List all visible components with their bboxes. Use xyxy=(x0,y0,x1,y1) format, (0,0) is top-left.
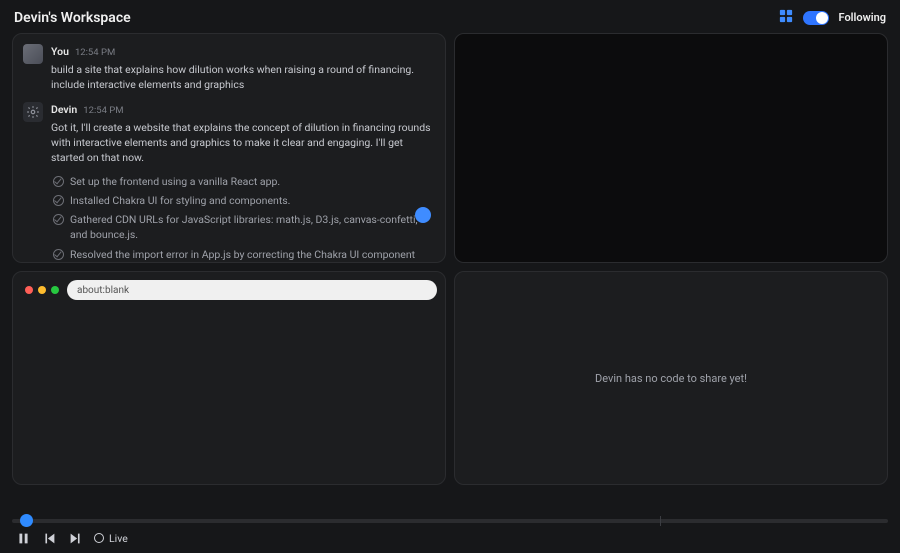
check-icon xyxy=(53,214,64,225)
message-text: Got it, I'll create a website that expla… xyxy=(51,120,433,166)
message-time: 12:54 PM xyxy=(75,46,115,60)
message-author: Devin xyxy=(51,102,77,117)
task-item: Gathered CDN URLs for JavaScript librari… xyxy=(53,212,433,242)
live-icon xyxy=(94,533,104,543)
maximize-window-icon[interactable] xyxy=(51,286,59,294)
url-input[interactable]: about:blank xyxy=(67,280,437,300)
avatar-user xyxy=(23,44,43,64)
task-item: Resolved the import error in App.js by c… xyxy=(53,247,433,264)
skip-back-button[interactable] xyxy=(42,531,56,545)
task-item: Installed Chakra UI for styling and comp… xyxy=(53,193,433,208)
header-actions: Following xyxy=(779,8,886,27)
header: Devin's Workspace Following xyxy=(0,0,900,33)
minimize-window-icon[interactable] xyxy=(38,286,46,294)
task-text: Resolved the import error in App.js by c… xyxy=(70,247,433,264)
task-text: Gathered CDN URLs for JavaScript librari… xyxy=(70,212,433,242)
browser-toolbar: about:blank xyxy=(21,280,437,300)
following-label: Following xyxy=(839,11,886,24)
message-time: 12:54 PM xyxy=(83,104,123,118)
workspace-grid: You 12:54 PM build a site that explains … xyxy=(0,33,900,485)
code-panel: Devin has no code to share yet! xyxy=(454,271,888,485)
window-controls xyxy=(21,286,59,294)
check-icon xyxy=(53,195,64,206)
task-list: Set up the frontend using a vanilla Reac… xyxy=(51,174,433,263)
close-window-icon[interactable] xyxy=(25,286,33,294)
timeline-marker xyxy=(660,516,661,526)
message-author: You xyxy=(51,44,69,59)
message-text: build a site that explains how dilution … xyxy=(51,62,433,92)
grid-view-icon[interactable] xyxy=(779,8,793,27)
live-label: Live xyxy=(109,532,128,545)
conversation-panel: You 12:54 PM build a site that explains … xyxy=(12,33,446,263)
message-user: You 12:54 PM build a site that explains … xyxy=(23,44,433,92)
check-icon xyxy=(53,176,64,187)
code-empty-message: Devin has no code to share yet! xyxy=(595,372,747,385)
following-toggle[interactable] xyxy=(803,11,829,25)
timeline: Live xyxy=(12,519,888,545)
live-button[interactable]: Live xyxy=(94,532,128,545)
message-devin: Devin 12:54 PM Got it, I'll create a web… xyxy=(23,102,433,263)
scroll-indicator-icon[interactable] xyxy=(415,207,431,223)
avatar-devin xyxy=(23,102,43,122)
timeline-playhead[interactable] xyxy=(20,514,33,527)
workspace-title: Devin's Workspace xyxy=(14,10,131,26)
check-icon xyxy=(53,249,64,260)
pause-button[interactable] xyxy=(16,531,30,545)
preview-panel xyxy=(454,33,888,263)
skip-forward-button[interactable] xyxy=(68,531,82,545)
timeline-track[interactable] xyxy=(12,519,888,523)
url-value: about:blank xyxy=(77,285,129,296)
task-text: Set up the frontend using a vanilla Reac… xyxy=(70,174,280,189)
task-text: Installed Chakra UI for styling and comp… xyxy=(70,193,290,208)
playback-controls: Live xyxy=(12,531,888,545)
task-item: Set up the frontend using a vanilla Reac… xyxy=(53,174,433,189)
browser-panel: about:blank xyxy=(12,271,446,485)
